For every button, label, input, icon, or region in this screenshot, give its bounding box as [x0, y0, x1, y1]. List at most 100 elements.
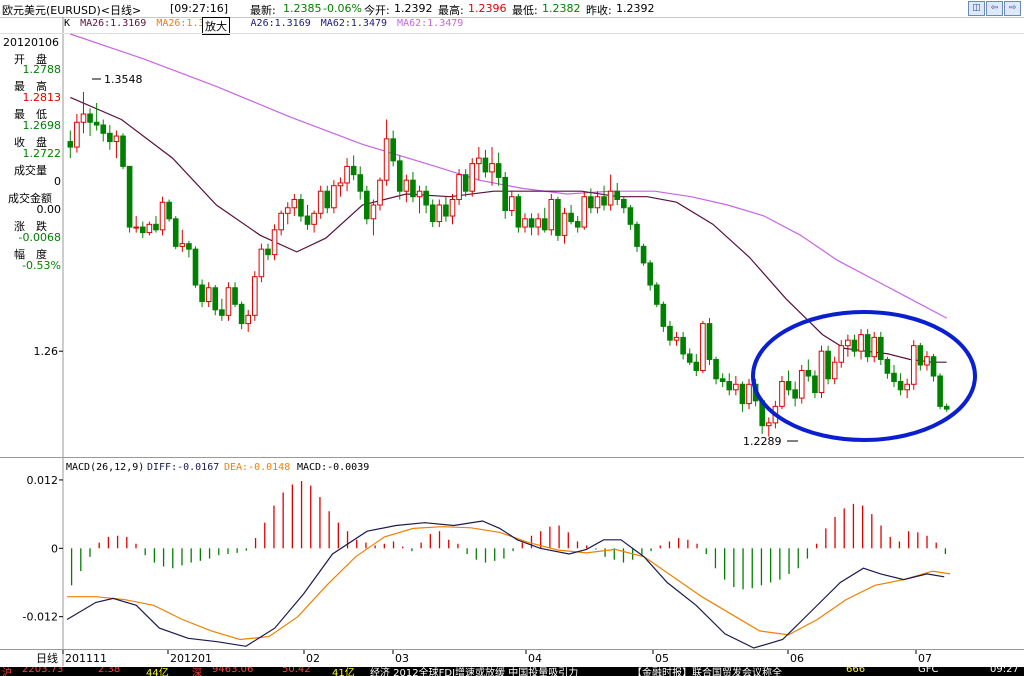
candle-body-down — [825, 350, 831, 380]
moving-averages — [70, 33, 947, 363]
candle-body-down — [410, 179, 416, 198]
candle — [917, 342, 924, 371]
candle-body-up — [910, 345, 917, 385]
candle — [904, 378, 910, 399]
candle — [383, 119, 390, 186]
candle — [548, 193, 555, 236]
date-tick-label: 07 — [918, 652, 932, 665]
status-sz-index: 9463.06 — [212, 667, 254, 675]
candle — [574, 216, 581, 233]
candle — [449, 193, 456, 225]
candle-body-up — [337, 182, 344, 187]
candle — [765, 417, 772, 437]
candle — [304, 205, 311, 230]
candle — [864, 329, 871, 363]
candle-body-down — [186, 243, 192, 250]
candle — [423, 185, 429, 214]
candle — [219, 298, 225, 321]
candle-body-down — [324, 190, 331, 209]
candle-body-down — [621, 198, 627, 209]
candle-body-down — [192, 248, 199, 286]
candle-body-down — [640, 245, 647, 264]
candle-body-up — [700, 323, 706, 371]
candle — [166, 199, 172, 222]
candle — [634, 221, 640, 252]
date-tick-label: 201201 — [170, 652, 212, 665]
candle-body-up — [594, 196, 601, 209]
candle-body-down — [574, 221, 581, 228]
max-price-annotation: 1.3548 — [104, 73, 143, 86]
candle-body-down — [739, 383, 746, 405]
candle-body-up — [673, 336, 680, 341]
macd-name: MACD(26,12,9) — [66, 462, 144, 473]
candle — [126, 165, 133, 233]
candle-body-down — [541, 218, 548, 231]
candle-body-down — [634, 223, 640, 247]
candle-body-up — [871, 336, 878, 358]
candle — [713, 356, 719, 385]
candle-body-up — [284, 207, 291, 214]
chart-canvas[interactable]: 1.26 1.3548 1.2289 MACD(26,12,9) DIFF:-0… — [0, 0, 1024, 676]
candle-body-down — [212, 287, 219, 311]
candle-body-down — [390, 138, 396, 162]
candle — [87, 108, 93, 137]
candle-body-down — [482, 157, 489, 173]
candle-body-down — [443, 204, 449, 217]
candle — [627, 205, 634, 230]
candle-body-up — [331, 185, 337, 209]
candle — [469, 158, 476, 197]
candle-body-down — [812, 375, 818, 394]
status-news-2[interactable]: 【金融时报】联合国贸发会议称全 — [632, 667, 782, 676]
candle-body-down — [686, 353, 693, 363]
candle — [186, 240, 192, 258]
candle-body-up — [904, 383, 910, 391]
candle-body-down — [878, 336, 884, 360]
candle — [291, 193, 298, 217]
candle-body-up — [831, 361, 838, 380]
candle-body-down — [219, 309, 225, 316]
candle-body-down — [528, 218, 535, 228]
candle — [878, 331, 884, 365]
candle-body-down — [653, 284, 660, 305]
candle — [225, 282, 232, 321]
candle — [851, 334, 858, 357]
candle — [113, 130, 120, 159]
candle — [858, 329, 864, 360]
candle — [640, 243, 647, 266]
candle — [416, 185, 423, 214]
candle-body-up — [508, 196, 515, 212]
candle — [74, 113, 80, 153]
candle-body-down — [126, 165, 133, 228]
date-tick-label: 日线 — [36, 651, 58, 665]
candle-body-down — [100, 124, 107, 134]
candle — [897, 373, 904, 396]
candle — [871, 331, 878, 363]
candle-body-down — [588, 196, 594, 209]
candle — [456, 169, 462, 206]
candle — [891, 364, 897, 388]
candle-body-down — [153, 223, 159, 231]
candle-body-up — [779, 381, 785, 407]
candle — [212, 284, 219, 316]
candle-body-down — [891, 372, 897, 383]
candle — [812, 370, 818, 399]
status-sh-label: 沪 — [2, 668, 12, 676]
status-counter: 666 — [846, 667, 866, 675]
candle-body-down — [792, 389, 798, 399]
candle-body-up — [858, 334, 864, 352]
candle-body-down — [726, 381, 733, 391]
candle-body-up — [818, 350, 825, 394]
date-tick-label: 05 — [655, 652, 669, 665]
candle — [298, 193, 304, 222]
candle — [133, 216, 139, 233]
candle-body-down — [713, 358, 719, 380]
status-news-1[interactable]: 经济 2012全球FDI增速或放缓 中国投量吸引力 — [370, 667, 578, 676]
candle-body-down — [930, 356, 937, 377]
candle-body-down — [67, 141, 74, 148]
status-sh-change: 2.38 — [98, 667, 121, 675]
candle — [476, 147, 482, 181]
candle-body-down — [627, 207, 634, 225]
candle — [779, 376, 785, 410]
candle-body-down — [851, 339, 858, 352]
dea-line — [67, 526, 951, 641]
